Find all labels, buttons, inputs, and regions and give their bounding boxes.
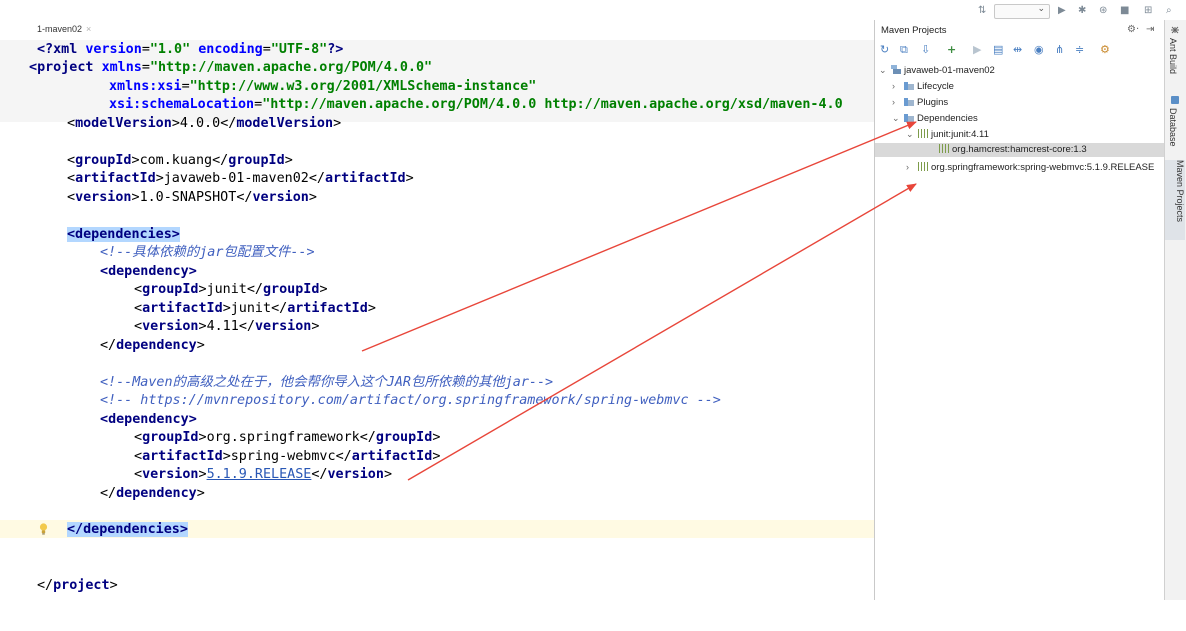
toggle-offline-icon[interactable]: ⇹ — [1013, 43, 1022, 56]
chevron-down-icon: ⌄ — [1037, 4, 1045, 14]
generate-sources-icon[interactable]: ⧉ — [900, 43, 908, 56]
maven-toolbar: ↻ ⧉ ⇩ + ▶ ▤ ⇹ ◉ ⋔ ≑ ⚙ — [875, 41, 1165, 60]
code-line-24: <version>5.1.9.RELEASE</version> — [134, 467, 392, 482]
code-line-19: <!--Maven的高级之处在于，他会帮你导入这个JAR包所依赖的其他jar--… — [100, 375, 554, 390]
code-line-8: <artifactId>javaweb-01-maven02</artifact… — [67, 171, 414, 186]
project-structure-icon[interactable]: ⊞ — [1144, 5, 1152, 17]
code-line-13: <dependency> — [100, 264, 197, 279]
top-toolbar: ⇅ ⌄ ▶ ✱ ⊛ ■ ⊞ ⌕ — [0, 0, 1186, 20]
add-icon[interactable]: + — [947, 43, 956, 56]
code-line-20: <!-- https://mvnrepository.com/artifact/… — [100, 393, 721, 408]
code-line-15: <artifactId>junit</artifactId> — [134, 301, 376, 316]
tool-tab-maven-projects[interactable]: Maven Projects — [1165, 160, 1185, 240]
skip-tests-icon[interactable]: ◉ — [1034, 43, 1044, 56]
collapse-arrow-icon[interactable]: › — [892, 79, 904, 93]
editor-tab-bar: 1-maven02 × — [0, 20, 874, 40]
folder-icon — [904, 113, 914, 122]
tool-tab-database[interactable]: Database — [1168, 108, 1178, 147]
code-line-5: <modelVersion>4.0.0</modelVersion> — [67, 116, 342, 131]
editor-tab-label: 1-maven02 — [37, 24, 83, 34]
collapse-arrow-icon[interactable]: › — [906, 160, 918, 174]
library-icon — [918, 129, 928, 138]
run-icon[interactable]: ▶ — [973, 43, 981, 56]
code-line-1: <?xml version="1.0" encoding="UTF-8"?> — [37, 42, 344, 57]
close-icon[interactable]: × — [86, 24, 91, 34]
database-icon — [1171, 96, 1179, 104]
dependencies-open-tag: <dependencies> — [67, 227, 180, 242]
code-line-12: <!--具体依赖的jar包配置文件--> — [100, 245, 315, 260]
code-line-23: <artifactId>spring-webmvc</artifactId> — [134, 449, 441, 464]
editor-tab-pom[interactable]: 1-maven02 × — [37, 24, 91, 34]
dependencies-close-tag: </dependencies> — [67, 522, 188, 537]
code-line-17: </dependency> — [100, 338, 205, 353]
tree-item-hamcrest[interactable]: org.hamcrest:hamcrest-core:1.3 — [875, 143, 1165, 157]
library-icon — [918, 162, 928, 171]
code-line-27: </dependencies> — [67, 521, 188, 540]
tree-item-plugins[interactable]: › Plugins — [892, 95, 948, 109]
tree-item-project[interactable]: ⌄ javaweb-01-maven02 — [879, 63, 995, 77]
code-line-22: <groupId>org.springframework</groupId> — [134, 430, 441, 445]
collapse-all-icon[interactable]: ≑ — [1075, 43, 1084, 56]
folder-icon — [904, 81, 914, 90]
download-icon[interactable]: ⇩ — [921, 43, 930, 56]
tree-item-junit[interactable]: ⌄ junit:junit:4.11 — [906, 127, 989, 141]
expand-arrow-icon[interactable]: ⌄ — [892, 111, 904, 125]
collapse-arrow-icon[interactable]: › — [892, 95, 904, 109]
settings-icon[interactable]: ⚙ — [1100, 43, 1110, 56]
hide-panel-icon[interactable]: ⇥ — [1146, 24, 1154, 35]
code-line-25: </dependency> — [100, 486, 205, 501]
reimport-icon[interactable]: ↻ — [880, 43, 889, 56]
coverage-icon[interactable]: ⊛ — [1099, 5, 1107, 17]
maven-panel-header: Maven Projects ⚙· ⇥ — [875, 20, 1165, 41]
code-line-2: <project xmlns="http://maven.apache.org/… — [29, 60, 433, 75]
code-line-3: xmlns:xsi="http://www.w3.org/2001/XMLSch… — [109, 79, 537, 94]
run-icon[interactable]: ▶ — [1058, 5, 1066, 17]
stop-icon[interactable]: ■ — [1120, 5, 1129, 17]
version-link[interactable]: 5.1.9.RELEASE — [207, 467, 312, 482]
tool-tab-ant-build[interactable]: Ant Build — [1168, 38, 1178, 74]
run-configuration-select[interactable]: ⌄ — [994, 4, 1050, 19]
expand-arrow-icon[interactable]: ⌄ — [906, 127, 918, 141]
expand-arrow-icon[interactable]: ⌄ — [879, 63, 891, 77]
code-line-14: <groupId>junit</groupId> — [134, 282, 328, 297]
code-line-4: xsi:schemaLocation="http://maven.apache.… — [109, 97, 843, 112]
maven-projects-tab-label: Maven Projects — [1175, 160, 1185, 223]
gear-icon[interactable]: ⚙· — [1127, 24, 1139, 35]
code-editor[interactable]: 1-maven02× ⌄ <?xml version="1.0" encodin… — [0, 20, 874, 600]
code-line-7: <groupId>com.kuang</groupId> — [67, 153, 293, 168]
code-line-16: <version>4.11</version> — [134, 319, 320, 334]
folder-icon — [904, 97, 914, 106]
tree-item-lifecycle[interactable]: › Lifecycle — [892, 79, 954, 93]
code-line-21: <dependency> — [100, 412, 197, 427]
tree-item-spring-webmvc[interactable]: › org.springframework:spring-webmvc:5.1.9… — [906, 160, 1154, 174]
sort-icon[interactable]: ⇅ — [978, 5, 986, 17]
code-line-30: </project> — [37, 578, 118, 593]
search-icon[interactable]: ⌕ — [1166, 5, 1172, 17]
lightbulb-icon[interactable] — [39, 523, 48, 535]
library-icon — [939, 144, 949, 153]
tree-item-dependencies[interactable]: ⌄ Dependencies — [892, 111, 978, 125]
debug-icon[interactable]: ✱ — [1078, 5, 1086, 17]
bottom-blank-area — [0, 600, 1186, 631]
ant-icon — [1171, 26, 1179, 34]
code-line-9: <version>1.0-SNAPSHOT</version> — [67, 190, 317, 205]
execute-goal-icon[interactable]: ▤ — [993, 43, 1003, 56]
right-tool-strip: Ant Build Database Maven Projects — [1164, 20, 1186, 600]
code-line-11: <dependencies> — [67, 226, 180, 245]
show-dependencies-icon[interactable]: ⋔ — [1055, 43, 1064, 56]
maven-panel-title: Maven Projects — [881, 25, 947, 36]
maven-module-icon — [891, 65, 901, 74]
maven-projects-panel: Maven Projects ⚙· ⇥ ↻ ⧉ ⇩ + ▶ ▤ ⇹ ◉ ⋔ ≑ … — [874, 20, 1165, 600]
